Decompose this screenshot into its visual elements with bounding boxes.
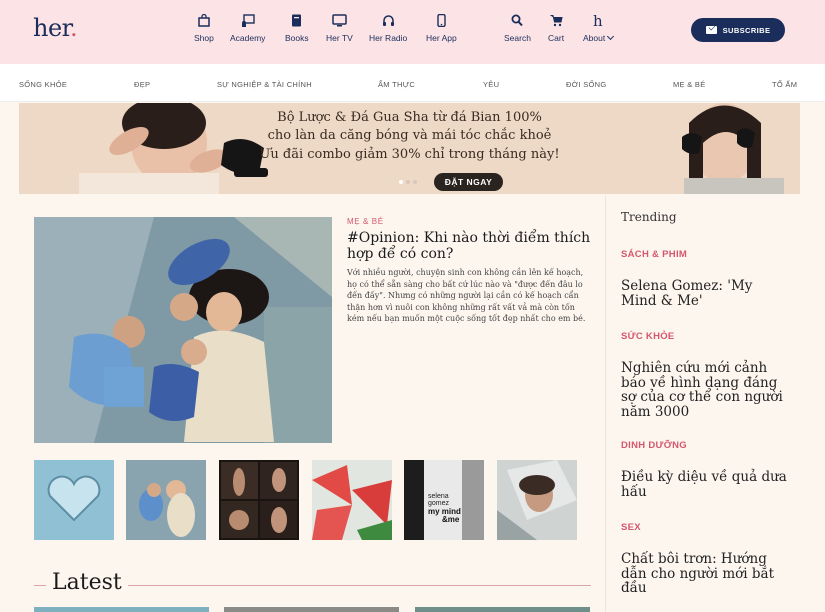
column-divider (605, 196, 606, 612)
category-su-nghiep[interactable]: SỰ NGHIỆP & TÀI CHÍNH (217, 80, 312, 89)
shop-bag-icon (194, 13, 214, 29)
subscribe-button[interactable]: SUBSCRIBE (691, 18, 785, 42)
nav-label: Her TV (326, 33, 353, 43)
trending-category[interactable]: SÁCH & PHIM (621, 249, 687, 260)
banner-pagination[interactable] (399, 180, 417, 184)
thumbnail-glass-heart[interactable] (34, 460, 114, 540)
feature-title[interactable]: #Opinion: Khi nào thời điểm thích hợp để… (347, 230, 595, 262)
thumbnail-family[interactable] (126, 460, 206, 540)
tv-icon (326, 14, 353, 29)
family-photo (34, 217, 332, 443)
nav-label: Search (504, 33, 531, 43)
chevron-down-icon (606, 32, 614, 41)
subscribe-label: SUBSCRIBE (722, 25, 771, 35)
nav-label: Cart (548, 33, 565, 43)
banner-cta-button[interactable]: ĐẶT NGAY (434, 173, 503, 191)
nav-label: About (583, 33, 606, 43)
nav-books[interactable]: Books (285, 14, 309, 43)
nav-cart[interactable]: Cart (548, 14, 564, 43)
trending-title[interactable]: Chất bôi trơn: Hướng dẫn cho người mới b… (621, 552, 791, 596)
thumbnail-selena-gomez[interactable]: selena gomez my mind &me (404, 460, 484, 540)
cart-icon (548, 14, 564, 29)
trending-title[interactable]: Điều kỳ diệu về quả dưa hấu (621, 470, 791, 499)
banner-dot[interactable] (406, 180, 410, 184)
category-yeu[interactable]: YÊU (483, 80, 499, 89)
banner-line-1: Bộ Lược & Đá Gua Sha từ đá Bian 100% (277, 110, 542, 125)
banner-line-2: cho làn da căng bóng và mái tóc chắc kho… (267, 128, 552, 143)
svg-text:&me: &me (442, 515, 460, 524)
banner-line-3: Ưu đãi combo giảm 30% chỉ trong tháng nà… (259, 147, 560, 162)
thumbnail-body-grid[interactable] (219, 460, 299, 540)
search-icon (504, 14, 531, 29)
feature-category[interactable]: MẸ & BÉ (347, 217, 384, 226)
thumbnail-watermelon[interactable] (312, 460, 392, 540)
nav-shop[interactable]: Shop (194, 13, 214, 43)
trending-heading: Trending (621, 210, 677, 224)
envelope-icon (705, 26, 717, 34)
category-am-thuc[interactable]: ẨM THỰC (378, 80, 415, 89)
nav-her-tv[interactable]: Her TV (326, 14, 353, 43)
category-to-am[interactable]: TỔ ẤM (772, 80, 797, 89)
category-dep[interactable]: ĐẸP (134, 80, 150, 89)
svg-text:selena: selena (428, 493, 449, 500)
category-doi-song[interactable]: ĐỜI SỐNG (566, 80, 607, 89)
category-song-khoe[interactable]: SỐNG KHỎE (19, 80, 67, 89)
latest-image[interactable] (34, 607, 209, 612)
nav-about[interactable]: h About (583, 12, 614, 43)
feature-description: Với nhiều người, chuyện sinh con không c… (347, 268, 586, 323)
nav-academy[interactable]: Academy (230, 14, 265, 43)
latest-image[interactable] (224, 607, 399, 612)
nav-label: Shop (194, 33, 214, 43)
phone-icon (426, 13, 457, 29)
h-logo-icon: h (592, 12, 603, 30)
her-logo[interactable]: her. (33, 14, 78, 42)
banner-dot[interactable] (413, 180, 417, 184)
nav-label: Books (285, 33, 309, 43)
banner-dot[interactable] (399, 180, 403, 184)
trending-title[interactable]: Selena Gomez: 'My Mind & Me' (621, 279, 791, 308)
nav-label: Her Radio (369, 33, 408, 43)
trending-title[interactable]: Nghiên cứu mới cảnh báo về hình dạng đán… (621, 361, 791, 419)
category-bar: SỐNG KHỎE ĐẸP SỰ NGHIỆP & TÀI CHÍNH ẨM T… (0, 64, 825, 102)
nav-her-radio[interactable]: Her Radio (369, 14, 407, 43)
category-me-be[interactable]: MẸ & BÉ (673, 80, 706, 89)
latest-heading: Latest (46, 570, 128, 595)
nav-label: Academy (230, 33, 266, 43)
nav-her-app[interactable]: Her App (426, 13, 457, 43)
nav-label: Her App (426, 33, 457, 43)
headphones-icon (369, 14, 407, 29)
trending-category[interactable]: DINH DƯỠNG (621, 440, 687, 451)
svg-text:gomez: gomez (428, 500, 450, 507)
nav-search[interactable]: Search (504, 14, 531, 43)
thumbnail-mirror-woman[interactable] (497, 460, 577, 540)
feature-image[interactable] (34, 217, 332, 443)
trending-category[interactable]: SỨC KHỎE (621, 331, 675, 342)
book-icon (285, 14, 309, 29)
academy-board-icon (230, 14, 265, 29)
site-header: her. Shop Academy Books Her TV Her Radio (0, 0, 825, 64)
trending-category[interactable]: SEX (621, 522, 641, 533)
latest-image[interactable] (415, 607, 590, 612)
